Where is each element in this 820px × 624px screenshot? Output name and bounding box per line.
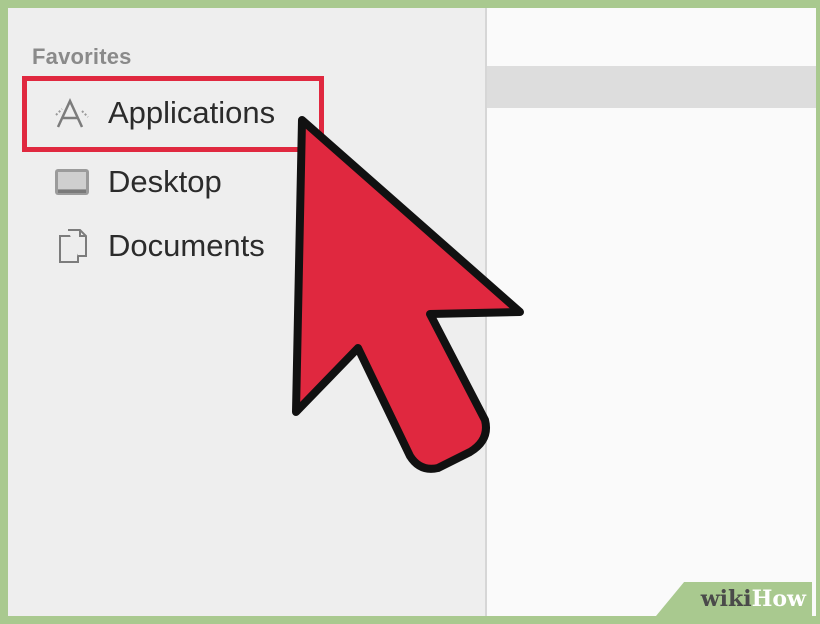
sidebar-item-label: Documents [108, 228, 265, 263]
favorites-header: Favorites [32, 44, 132, 69]
sidebar-item-label: Desktop [108, 164, 222, 199]
desktop-folder-icon [52, 162, 92, 202]
applications-highlight-box [22, 76, 324, 152]
documents-icon [52, 226, 92, 266]
cursor-arrow-icon [292, 116, 524, 473]
